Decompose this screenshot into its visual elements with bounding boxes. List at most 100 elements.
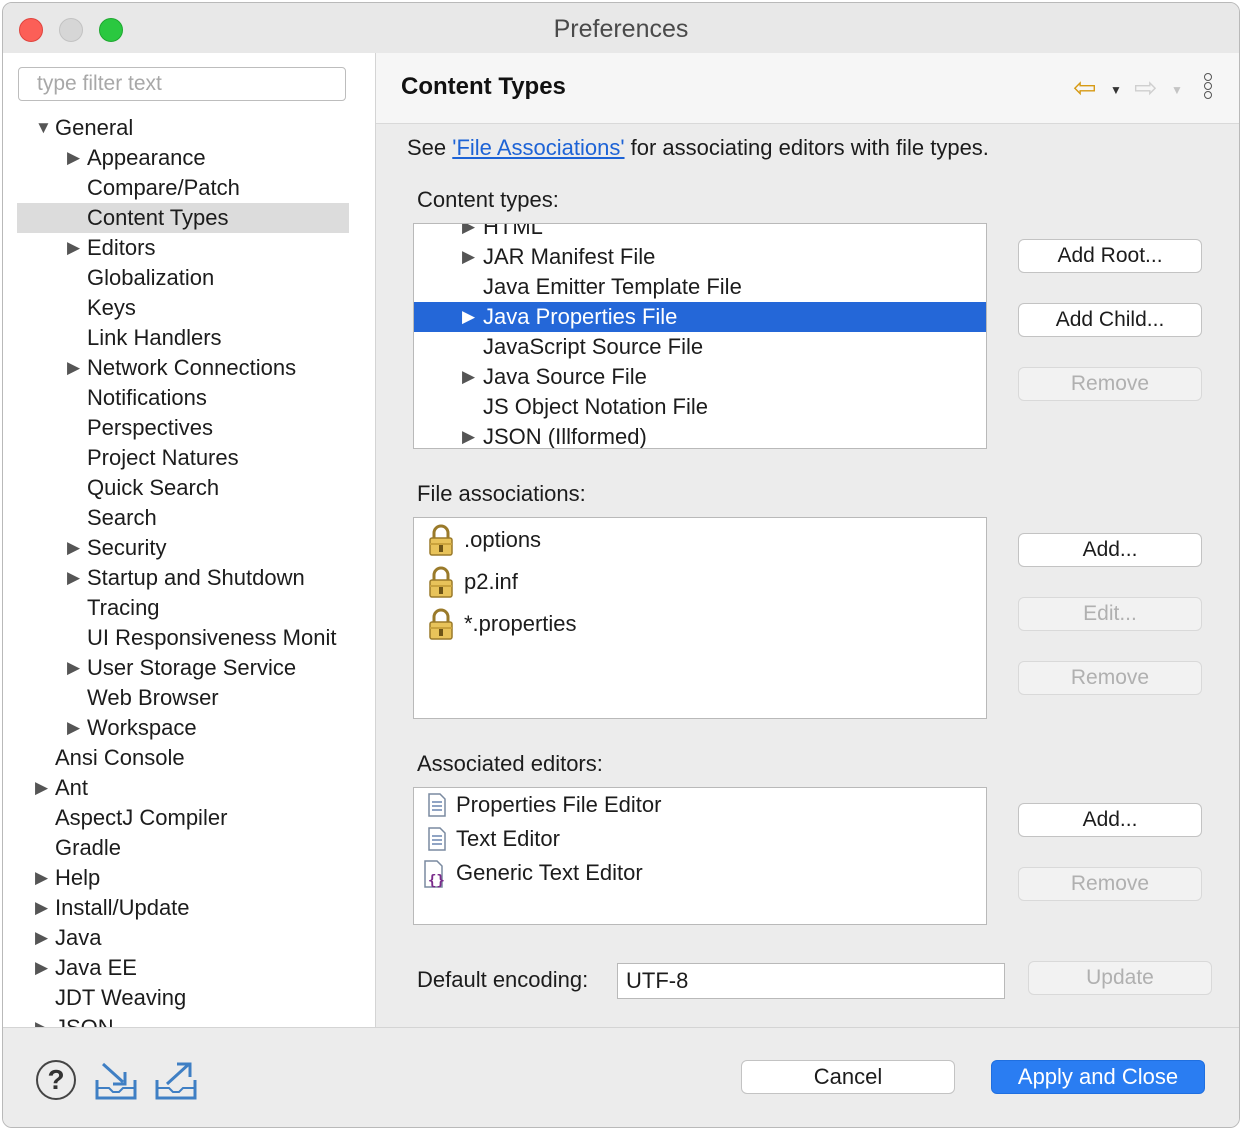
edit-file-association-button[interactable]: Edit... xyxy=(1018,597,1202,631)
sidebar-item-aspectj-compiler[interactable]: AspectJ Compiler xyxy=(3,803,375,833)
back-arrow-icon[interactable]: ⇦ xyxy=(1073,73,1096,103)
add-child-button[interactable]: Add Child... xyxy=(1018,303,1202,337)
sidebar-item-quick-search[interactable]: Quick Search xyxy=(3,473,375,503)
sidebar-item-java[interactable]: ▶ Java xyxy=(3,923,375,953)
export-icon[interactable] xyxy=(153,1058,199,1102)
file-associations-label: File associations: xyxy=(417,481,586,506)
collapsed-arrow-icon[interactable]: ▶ xyxy=(462,302,475,332)
import-icon[interactable] xyxy=(93,1058,139,1102)
collapsed-arrow-icon[interactable]: ▶ xyxy=(67,233,85,263)
content-type-java-properties-file[interactable]: ▶ Java Properties File xyxy=(414,302,986,332)
sidebar-item-startup-and-shutdown[interactable]: ▶ Startup and Shutdown xyxy=(3,563,375,593)
sidebar-item-ansi-console[interactable]: Ansi Console xyxy=(3,743,375,773)
file-associations-list[interactable]: .options p2.inf *.properties xyxy=(413,517,987,719)
sidebar-item-content-types[interactable]: Content Types xyxy=(17,203,349,233)
content-type-html[interactable]: ▶ HTML xyxy=(414,223,986,242)
collapsed-arrow-icon[interactable]: ▶ xyxy=(35,773,53,803)
content-type-java-emitter-template-file[interactable]: Java Emitter Template File xyxy=(414,272,986,302)
sidebar-item-jdt-weaving[interactable]: JDT Weaving xyxy=(3,983,375,1013)
default-encoding-input[interactable] xyxy=(617,963,1005,999)
collapsed-arrow-icon[interactable]: ▶ xyxy=(462,422,475,448)
sidebar-item-globalization[interactable]: Globalization xyxy=(3,263,375,293)
content-type-java-source-file[interactable]: ▶ Java Source File xyxy=(414,362,986,392)
collapsed-arrow-icon[interactable]: ▶ xyxy=(462,224,475,242)
sidebar-item-link-handlers[interactable]: Link Handlers xyxy=(3,323,375,353)
view-menu-icon[interactable] xyxy=(1204,73,1216,100)
sidebar-item-json[interactable]: ▶JSON xyxy=(3,1013,375,1027)
forward-dropdown-icon[interactable]: ▼ xyxy=(1171,83,1183,97)
sidebar-item-label: Help xyxy=(55,865,101,890)
sidebar-item-label: Search xyxy=(87,505,157,530)
collapsed-arrow-icon[interactable]: ▶ xyxy=(67,533,85,563)
collapsed-arrow-icon[interactable]: ▶ xyxy=(67,143,85,173)
associated-editor-item[interactable]: Text Editor xyxy=(414,822,986,856)
sidebar-item-security[interactable]: ▶ Security xyxy=(3,533,375,563)
sidebar-item-perspectives[interactable]: Perspectives xyxy=(3,413,375,443)
back-dropdown-icon[interactable]: ▼ xyxy=(1110,83,1122,97)
collapsed-arrow-icon[interactable]: ▶ xyxy=(67,353,85,383)
file-association-item[interactable]: .options xyxy=(414,520,986,560)
sidebar-item-editors[interactable]: ▶ Editors xyxy=(3,233,375,263)
remove-file-association-button[interactable]: Remove xyxy=(1018,661,1202,695)
sidebar-item-network-connections[interactable]: ▶ Network Connections xyxy=(3,353,375,383)
sidebar-item-label: Project Natures xyxy=(87,445,239,470)
file-association-item[interactable]: p2.inf xyxy=(414,562,986,602)
preferences-sidebar: ▼General▶AppearanceCompare/PatchContent … xyxy=(3,53,376,1027)
associated-editor-item[interactable]: Properties File Editor xyxy=(414,788,986,822)
content-type-js-object-notation-file[interactable]: JS Object Notation File xyxy=(414,392,986,422)
sidebar-item-project-natures[interactable]: Project Natures xyxy=(3,443,375,473)
file-associations-link[interactable]: 'File Associations' xyxy=(452,135,624,160)
sidebar-item-install-update[interactable]: ▶ Install/Update xyxy=(3,893,375,923)
collapsed-arrow-icon[interactable]: ▶ xyxy=(67,653,85,683)
collapsed-arrow-icon[interactable]: ▶ xyxy=(35,953,53,983)
sidebar-item-tracing[interactable]: Tracing xyxy=(3,593,375,623)
sidebar-item-notifications[interactable]: Notifications xyxy=(3,383,375,413)
collapsed-arrow-icon[interactable]: ▶ xyxy=(35,863,53,893)
collapsed-arrow-icon[interactable]: ▶ xyxy=(35,1013,53,1027)
remove-editor-button[interactable]: Remove xyxy=(1018,867,1202,901)
expanded-arrow-icon[interactable]: ▼ xyxy=(35,113,53,143)
add-file-association-button[interactable]: Add... xyxy=(1018,533,1202,567)
collapsed-arrow-icon[interactable]: ▶ xyxy=(35,893,53,923)
cancel-button[interactable]: Cancel xyxy=(741,1060,955,1094)
add-root-button[interactable]: Add Root... xyxy=(1018,239,1202,273)
sidebar-item-compare-patch[interactable]: Compare/Patch xyxy=(3,173,375,203)
collapsed-arrow-icon[interactable]: ▶ xyxy=(67,563,85,593)
associated-editor-item[interactable]: {} Generic Text Editor xyxy=(414,856,986,890)
description-prefix: See xyxy=(407,135,453,160)
content-type-label: HTML xyxy=(483,223,543,239)
sidebar-item-general[interactable]: ▼ General xyxy=(3,113,375,143)
sidebar-item-search[interactable]: Search xyxy=(3,503,375,533)
content-types-tree[interactable]: ▶ HTML ▶ JAR Manifest File Java Emitter Temp… xyxy=(413,223,987,449)
content-type-json-illformed[interactable]: ▶ JSON (Illformed) xyxy=(414,422,986,448)
update-encoding-button[interactable]: Update xyxy=(1028,961,1212,995)
forward-arrow-icon[interactable]: ⇨ xyxy=(1134,73,1157,103)
content-type-javascript-source-file[interactable]: JavaScript Source File xyxy=(414,332,986,362)
collapsed-arrow-icon[interactable]: ▶ xyxy=(67,713,85,743)
apply-and-close-button[interactable]: Apply and Close xyxy=(991,1060,1205,1094)
associated-editors-list[interactable]: Properties File Editor Text Editor {} Gener… xyxy=(413,787,987,925)
content-type-jar-manifest-file[interactable]: ▶ JAR Manifest File xyxy=(414,242,986,272)
sidebar-item-web-browser[interactable]: Web Browser xyxy=(3,683,375,713)
file-association-item[interactable]: *.properties xyxy=(414,604,986,644)
sidebar-item-keys[interactable]: Keys xyxy=(3,293,375,323)
sidebar-item-label: Editors xyxy=(87,235,156,260)
collapsed-arrow-icon[interactable]: ▶ xyxy=(462,362,475,392)
collapsed-arrow-icon[interactable]: ▶ xyxy=(35,923,53,953)
help-icon[interactable]: ? xyxy=(36,1060,76,1100)
sidebar-item-java-ee[interactable]: ▶ Java EE xyxy=(3,953,375,983)
remove-content-type-button[interactable]: Remove xyxy=(1018,367,1202,401)
sidebar-item-gradle[interactable]: Gradle xyxy=(3,833,375,863)
svg-text:{}: {} xyxy=(428,873,445,888)
filter-input[interactable] xyxy=(18,67,346,101)
sidebar-item-help[interactable]: ▶ Help xyxy=(3,863,375,893)
sidebar-item-user-storage-service[interactable]: ▶ User Storage Service xyxy=(3,653,375,683)
sidebar-item-label: Globalization xyxy=(87,265,215,290)
sidebar-item-workspace[interactable]: ▶ Workspace xyxy=(3,713,375,743)
sidebar-item-appearance[interactable]: ▶ Appearance xyxy=(3,143,375,173)
content-type-label: JAR Manifest File xyxy=(483,244,656,269)
collapsed-arrow-icon[interactable]: ▶ xyxy=(462,242,475,272)
sidebar-item-ui-responsiveness-monit[interactable]: UI Responsiveness Monit xyxy=(3,623,375,653)
add-editor-button[interactable]: Add... xyxy=(1018,803,1202,837)
sidebar-item-ant[interactable]: ▶ Ant xyxy=(3,773,375,803)
